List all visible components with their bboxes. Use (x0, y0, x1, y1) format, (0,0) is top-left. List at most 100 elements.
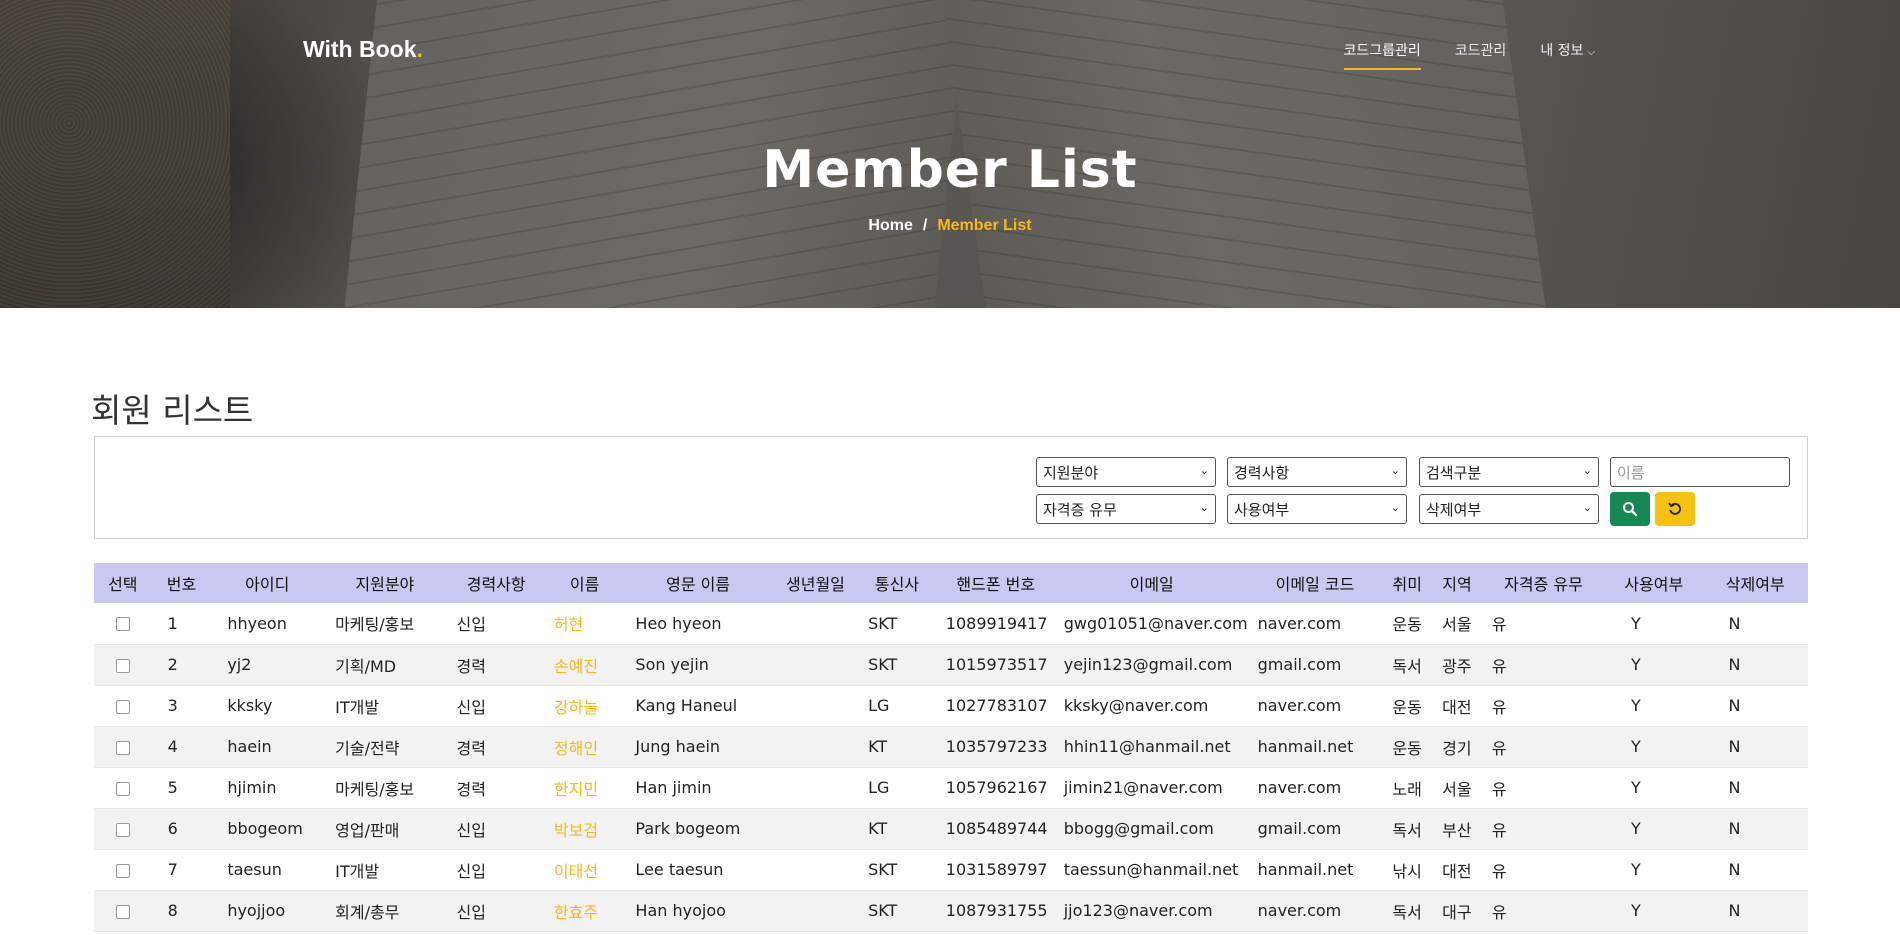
chevron-down-icon: ⌄ (1390, 501, 1400, 514)
cell-carrier: LG (858, 685, 936, 727)
row-checkbox[interactable] (115, 822, 130, 837)
search-icon (1623, 502, 1638, 517)
cell-name[interactable]: 박보검 (545, 808, 624, 850)
column-header: 통신사 (858, 563, 936, 603)
cell-field: 기술/전략 (323, 726, 447, 768)
column-header: 생년월일 (772, 563, 859, 603)
column-header: 이름 (545, 563, 624, 603)
cell-name[interactable]: 허현 (545, 603, 624, 645)
row-checkbox[interactable] (115, 617, 130, 632)
breadcrumb-separator: / (922, 217, 928, 234)
cell-field: 마케팅/홍보 (323, 603, 447, 645)
column-header: 이메일 (1055, 563, 1248, 603)
cell-career: 경력 (446, 726, 546, 768)
career-select-value: 경력사항 (1234, 464, 1290, 482)
cell-birth (772, 890, 859, 932)
table-row[interactable]: 2 yj2 기획/MD 경력 손예진 Son yejin SKT 1015973517 yeji… (94, 644, 1808, 686)
nav-code-group-label: 코드그룹관리 (1343, 43, 1421, 59)
cell-carrier: SKT (858, 603, 936, 645)
row-select-cell (94, 726, 152, 768)
cell-region: 서울 (1432, 603, 1482, 645)
cell-carrier: KT (858, 808, 936, 850)
cell-name[interactable]: 이태선 (545, 849, 624, 891)
cell-name[interactable]: 강하늘 (545, 685, 624, 727)
cell-career: 경력 (446, 644, 546, 686)
nav-code-label: 코드관리 (1454, 43, 1507, 59)
row-checkbox[interactable] (115, 658, 130, 673)
field-select-value: 지원분야 (1043, 464, 1099, 482)
cell-field: 기획/MD (323, 644, 447, 686)
table-row[interactable]: 5 hjimin 마케팅/홍보 경력 한지민 Han jimin LG 1057962167 j… (94, 767, 1808, 809)
cell-hobby: 독서 (1382, 644, 1433, 686)
table-row[interactable]: 8 hyojjoo 회계/총무 신입 한효주 Han hyojoo SKT 108793175… (94, 890, 1808, 932)
table-row[interactable]: 3 kksky IT개발 신입 강하늘 Kang Haneul LG 1027783107 kk… (94, 685, 1808, 727)
cell-name[interactable]: 한지민 (545, 767, 624, 809)
career-select[interactable]: 경력사항 ⌄ (1227, 457, 1407, 487)
table-row[interactable]: 6 bbogeom 영업/판매 신입 박보검 Park bogeom KT 108548974… (94, 808, 1808, 850)
cell-email: bbogg@gmail.com (1055, 808, 1248, 850)
cell-phone: 1035797233 (935, 726, 1056, 768)
cert-select[interactable]: 자격증 유무 ⌄ (1036, 494, 1216, 524)
search-button[interactable] (1610, 492, 1650, 526)
column-header: 지역 (1432, 563, 1482, 603)
row-select-cell (94, 685, 152, 727)
breadcrumb-current: Member List (937, 217, 1032, 234)
column-header: 지원분야 (323, 563, 447, 603)
cell-del: N (1702, 767, 1808, 809)
cell-use: Y (1605, 685, 1703, 727)
cell-phone: 1087931755 (935, 890, 1056, 932)
cell-use: Y (1605, 644, 1703, 686)
cell-region: 대구 (1432, 890, 1482, 932)
cell-email: taessun@hanmail.net (1055, 849, 1248, 891)
cell-phone: 1089919417 (935, 603, 1056, 645)
cell-del: N (1702, 603, 1808, 645)
cell-ecode: hanmail.net (1247, 849, 1383, 891)
field-select[interactable]: 지원분야 ⌄ (1036, 457, 1216, 487)
cell-region: 경기 (1432, 726, 1482, 768)
page-title: Member List (762, 140, 1138, 200)
row-checkbox[interactable] (115, 863, 130, 878)
column-header: 선택 (94, 563, 152, 603)
cell-hobby: 운동 (1382, 685, 1433, 727)
cell-id: haein (211, 726, 324, 768)
use-select[interactable]: 사용여부 ⌄ (1227, 494, 1407, 524)
table-row[interactable]: 1 hhyeon 마케팅/홍보 신입 허현 Heo hyeon SKT 1089919417 g… (94, 603, 1808, 645)
cell-cert: 유 (1481, 603, 1606, 645)
cell-birth (772, 767, 859, 809)
row-checkbox[interactable] (115, 781, 130, 796)
chevron-down-icon: ⌄ (1199, 464, 1209, 477)
cell-use: Y (1605, 849, 1703, 891)
member-table: 선택 번호 아이디 지원분야 경력사항 이름 영문 이름 생년월일 통신사 핸드폰 번호 이메일 이메… (94, 563, 1808, 932)
row-checkbox[interactable] (115, 904, 130, 919)
breadcrumb-home[interactable]: Home (868, 217, 912, 234)
cell-use: Y (1605, 726, 1703, 768)
row-checkbox[interactable] (115, 740, 130, 755)
search-type-select-value: 검색구분 (1426, 464, 1482, 482)
cell-carrier: SKT (858, 890, 936, 932)
delete-select[interactable]: 삭제여부 ⌄ (1419, 494, 1599, 524)
cell-name[interactable]: 정해인 (545, 726, 624, 768)
reset-icon (1668, 502, 1681, 515)
cell-name[interactable]: 손예진 (545, 644, 624, 686)
nav-code[interactable]: 코드관리 (1455, 40, 1507, 70)
reset-button[interactable] (1655, 492, 1695, 526)
cell-name[interactable]: 한효주 (545, 890, 624, 932)
chevron-down-icon: ⌄ (1390, 464, 1400, 477)
cell-cert: 유 (1481, 644, 1606, 686)
cell-phone: 1031589797 (935, 849, 1056, 891)
brand-logo[interactable]: With Book. (303, 36, 423, 63)
table-row[interactable]: 7 taesun IT개발 신입 이태선 Lee taesun SKT 1031589797 t… (94, 849, 1808, 891)
cell-birth (772, 808, 859, 850)
row-checkbox[interactable] (115, 699, 130, 714)
column-header: 번호 (151, 563, 212, 603)
cell-email: jimin21@naver.com (1055, 767, 1248, 809)
cell-ename: Jung haein (623, 726, 773, 768)
cell-field: IT개발 (323, 849, 447, 891)
search-type-select[interactable]: 검색구분 ⌄ (1419, 457, 1599, 487)
nav-my-info[interactable]: 내 정보 ⌵ (1540, 40, 1595, 70)
table-row[interactable]: 4 haein 기술/전략 경력 정해인 Jung haein KT 1035797233 hh… (94, 726, 1808, 768)
column-header: 이메일 코드 (1247, 563, 1383, 603)
row-select-cell (94, 849, 152, 891)
nav-code-group[interactable]: 코드그룹관리 (1343, 40, 1421, 70)
name-input[interactable]: 이름 (1610, 457, 1790, 487)
